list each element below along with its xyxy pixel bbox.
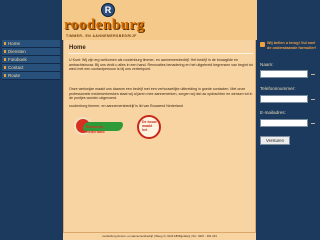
bmh-logo-text: De bouw maakt het	[142, 120, 157, 132]
email-field-marker	[311, 123, 315, 124]
bn-logo-text-2: Nederland	[86, 130, 105, 134]
header: R roodenburg TIMMER- EN AANNEMERSBEDRIJF	[0, 0, 320, 40]
nav-item-label: Route	[8, 73, 21, 78]
phone-label: Telefoonnummer:	[260, 86, 296, 91]
nav-item-home[interactable]: Home	[2, 40, 60, 48]
nav-bullet-icon	[4, 42, 6, 45]
nav-item-label: Home	[8, 41, 21, 46]
phone-icon	[259, 41, 266, 48]
phone-input[interactable]	[260, 95, 308, 103]
nav-bullet-icon	[4, 74, 6, 77]
nav-item-contact[interactable]: Contact	[2, 64, 60, 72]
callback-heading-text: Wij bellen u terug! Vul snel de ondersta…	[267, 41, 317, 50]
footer: roodenburg timmer- en aannemersbedrijf |…	[63, 232, 256, 240]
email-label: E-mailadres:	[260, 110, 286, 115]
approach-paragraph: Onze werkwijze maakt ons daarom een bedr…	[69, 87, 253, 101]
submit-button[interactable]: Versturen	[260, 136, 290, 145]
brand-logo[interactable]: roodenburg	[64, 17, 145, 34]
title-divider	[68, 53, 253, 54]
page-title: Home	[69, 45, 86, 51]
nav-item-label: Fotoboek	[8, 57, 27, 62]
email-input[interactable]	[260, 119, 308, 127]
brand-tagline: TIMMER- EN AANNEMERSBEDRIJF	[66, 34, 137, 38]
main-content: Home U Kunt: Wij zijn erg welkomen als r…	[63, 40, 256, 232]
callback-heading: Wij bellen u terug! Vul snel de ondersta…	[259, 41, 318, 50]
nav-bullet-icon	[4, 50, 6, 53]
membership-paragraph: roodenburg timmer- en aannemersbedrijf i…	[69, 104, 183, 108]
nav-item-label: Contact	[8, 65, 24, 70]
nav-item-fotoboek[interactable]: Fotoboek	[2, 56, 60, 64]
sidebar-nav: Home Diensten Fotoboek Contact Route	[0, 40, 62, 240]
nav-item-diensten[interactable]: Diensten	[2, 48, 60, 56]
name-input[interactable]	[260, 70, 308, 78]
nav-bullet-icon	[4, 66, 6, 69]
bouw-maakt-het-logo[interactable]: De bouw maakt het	[137, 115, 165, 143]
nav-bullet-icon	[4, 58, 6, 61]
page: R roodenburg TIMMER- EN AANNEMERSBEDRIJF…	[0, 0, 320, 240]
intro-paragraph: U Kunt: Wij zijn erg welkomen als rooden…	[69, 58, 253, 72]
brand-mark-icon[interactable]: R	[101, 3, 115, 17]
phone-field-marker	[311, 99, 315, 100]
nav-item-label: Diensten	[8, 49, 26, 54]
callback-form: Wij bellen u terug! Vul snel de ondersta…	[257, 40, 320, 240]
bouwend-nederland-logo[interactable]: Bouwend Nederland	[72, 116, 128, 138]
bn-logo-text-1: Bouwend	[86, 125, 104, 129]
header-right-panel	[257, 0, 320, 40]
name-label: Naam:	[260, 62, 274, 67]
name-field-marker	[311, 74, 315, 75]
nav-item-route[interactable]: Route	[2, 72, 60, 80]
